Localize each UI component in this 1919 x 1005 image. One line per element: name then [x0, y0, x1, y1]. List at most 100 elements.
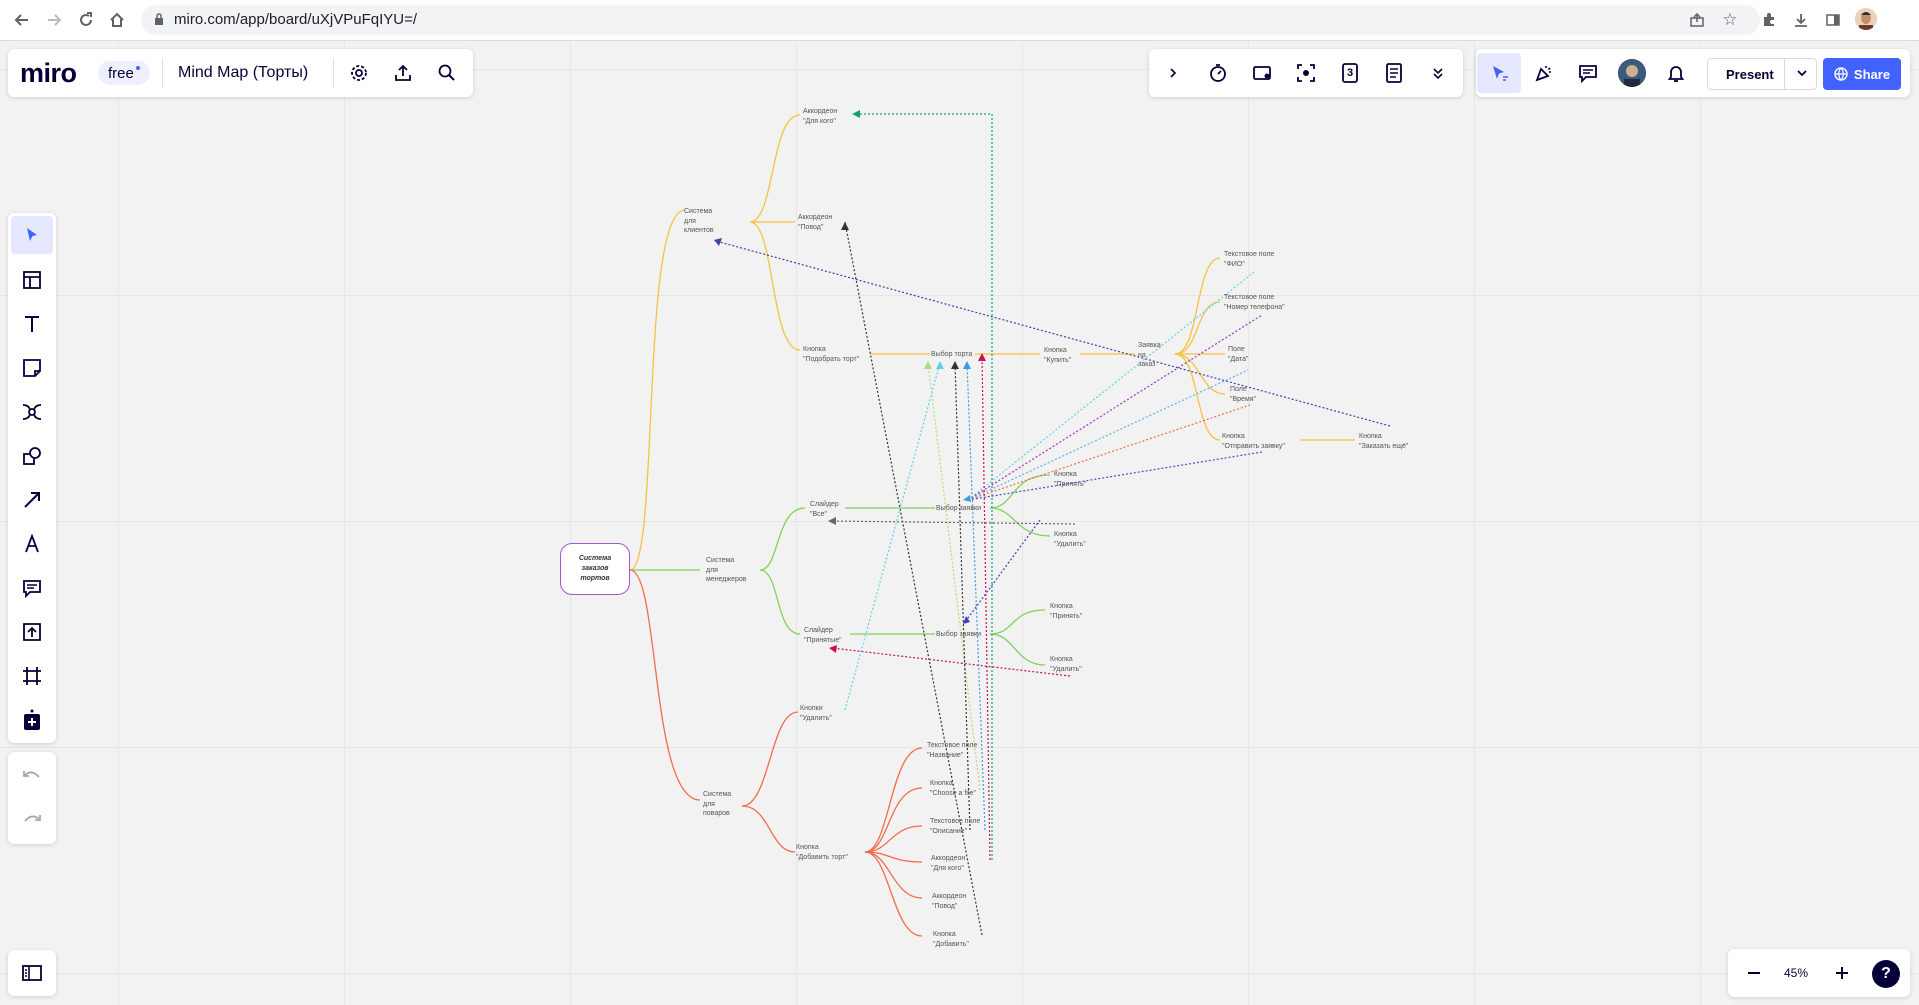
node-btn-delete-1[interactable]: Кнопка "Удалить"	[1054, 530, 1086, 549]
root-node[interactable]: Система заказов тортов	[560, 543, 630, 595]
help-button[interactable]: ?	[1872, 960, 1900, 988]
connector-tool-button[interactable]	[11, 481, 53, 519]
branch-cooks[interactable]: Система для поваров	[703, 790, 731, 819]
node-order[interactable]: Заявка на заказ	[1138, 341, 1161, 370]
divider	[333, 58, 334, 88]
node-acc-occasion-2[interactable]: Аккордеон "Повод"	[932, 892, 966, 911]
node-acc-occasion[interactable]: Аккордеон "Повод"	[798, 213, 832, 232]
cursor-arrow-icon	[1493, 66, 1508, 81]
select-tool-button[interactable]	[11, 216, 53, 254]
board-panel-toggle-button[interactable]	[11, 954, 53, 992]
node-field-date[interactable]: Поле "Дата"	[1228, 345, 1248, 364]
globe-icon	[1834, 67, 1848, 81]
node-btn-accept-1[interactable]: Кнопка "Принять"	[1054, 470, 1086, 489]
shapes-icon	[23, 447, 41, 465]
node-btn-delete-2[interactable]: Кнопка "Удалить"	[1050, 655, 1082, 674]
node-cake-choice[interactable]: Выбор торта	[931, 350, 972, 360]
zoom-in-plus-icon[interactable]	[1830, 961, 1854, 985]
node-btn-buy[interactable]: Кнопка "Купить"	[1044, 346, 1071, 365]
node-btn-add[interactable]: Кнопка "Добавить"	[933, 930, 969, 949]
node-field-time[interactable]: Поле "Время"	[1230, 385, 1256, 404]
undo-icon	[23, 771, 40, 778]
node-btn-send[interactable]: Кнопка "Отправить заявку"	[1222, 432, 1285, 451]
node-req-choice-2[interactable]: Выбор заявки	[936, 630, 981, 640]
node-btn-order-more[interactable]: Кнопка "Заказать ещё"	[1359, 432, 1408, 451]
frame-tool-button[interactable]	[11, 657, 53, 695]
node-tf-phone[interactable]: Текстовое поле "Номер телефона"	[1224, 293, 1285, 312]
select-icon	[27, 228, 37, 241]
settings-gear-icon[interactable]	[346, 60, 372, 86]
branch-managers[interactable]: Система для менеджеров	[706, 556, 746, 585]
plan-badge-dot	[135, 66, 140, 70]
comment-tool-button[interactable]	[11, 569, 53, 607]
plan-badge-label: free	[108, 64, 134, 82]
chat-comments-icon[interactable]	[1576, 61, 1600, 85]
user-avatar[interactable]	[1618, 59, 1646, 87]
sidebar-panel-icon	[22, 965, 42, 981]
celebrate-icon[interactable]	[1532, 61, 1556, 85]
node-btn-accept-2[interactable]: Кнопка "Принять"	[1050, 602, 1082, 621]
voting-count-icon[interactable]: 3	[1338, 61, 1362, 85]
frame-icon	[23, 667, 41, 685]
node-btn-add-cake[interactable]: Кнопка "Добавить торт"	[796, 843, 848, 862]
focus-frame-icon[interactable]	[1294, 61, 1318, 85]
help-label: ?	[1881, 965, 1891, 982]
pen-icon	[25, 534, 39, 553]
root-node-label: Система заказов тортов	[578, 555, 612, 582]
arrow-heads	[714, 110, 986, 653]
divider	[162, 58, 163, 88]
node-tf-name[interactable]: Текстовое поле "Название"	[927, 741, 977, 760]
connector-icon	[24, 492, 40, 508]
node-slider-all[interactable]: Слайдер "Все"	[810, 500, 839, 519]
node-acc-for-whom-2[interactable]: Аккордеон "Для кого"	[931, 854, 965, 873]
text-tool-button[interactable]	[11, 305, 53, 343]
present-divider	[1784, 59, 1785, 89]
node-req-choice-1[interactable]: Выбор заявки	[936, 504, 981, 514]
mind-map-icon	[22, 404, 42, 420]
search-icon[interactable]	[434, 60, 460, 86]
sticky-note-tool-button[interactable]	[11, 349, 53, 387]
miro-logo[interactable]: miro	[20, 58, 77, 88]
sticky-note-icon	[23, 359, 41, 377]
voting-count-label: 3	[1346, 67, 1354, 79]
notes-icon[interactable]	[1382, 61, 1406, 85]
more-apps-tool-button[interactable]	[11, 701, 53, 739]
zoom-level[interactable]: 45%	[1784, 966, 1808, 980]
notifications-bell-icon[interactable]	[1664, 61, 1688, 85]
more-chevrons-icon[interactable]	[1426, 61, 1450, 85]
node-slider-accepted[interactable]: Слайдер "Принятые"	[804, 626, 842, 645]
redo-icon	[24, 815, 41, 822]
upload-tool-button[interactable]	[11, 613, 53, 651]
node-btns-delete[interactable]: Кнопки "Удалить"	[800, 704, 832, 723]
node-tf-desc[interactable]: Текстовое поле "Описание"	[930, 817, 980, 836]
node-tf-fio[interactable]: Текстовое поле "ФИО"	[1224, 250, 1274, 269]
plan-badge[interactable]: free	[98, 61, 150, 85]
share-button[interactable]: Share	[1823, 58, 1901, 90]
expand-chevron-icon[interactable]	[1161, 61, 1185, 85]
templates-icon	[23, 271, 41, 289]
present-button[interactable]: Present	[1707, 58, 1817, 90]
screen-share-icon[interactable]	[1250, 61, 1274, 85]
pen-tool-button[interactable]	[11, 525, 53, 563]
redo-button[interactable]	[11, 801, 53, 839]
branch-clients[interactable]: Система для клиентов	[684, 207, 714, 236]
cursor-mode-button[interactable]	[1477, 53, 1521, 93]
link-root-cooks	[629, 569, 701, 801]
node-acc-for-whom[interactable]: Аккордеон "Для кого"	[803, 107, 837, 126]
zoom-out-minus-icon[interactable]	[1742, 961, 1766, 985]
node-btn-pick-cake[interactable]: Кнопка "Подобрать торт"	[803, 345, 859, 364]
present-label: Present	[1726, 67, 1774, 82]
undo-button[interactable]	[11, 757, 53, 795]
text-icon	[25, 316, 39, 332]
shapes-tool-button[interactable]	[11, 437, 53, 475]
timer-icon[interactable]	[1206, 61, 1230, 85]
more-apps-icon	[24, 709, 40, 730]
present-options-chevron-icon[interactable]	[1796, 67, 1808, 82]
node-btn-choose-file[interactable]: Кнопка "Choose a file"	[930, 779, 976, 798]
templates-tool-button[interactable]	[11, 261, 53, 299]
comment-icon	[23, 580, 41, 598]
mind-map-tool-button[interactable]	[11, 393, 53, 431]
board-title[interactable]: Mind Map (Торты)	[178, 64, 308, 82]
share-label: Share	[1853, 66, 1891, 82]
export-upload-icon[interactable]	[390, 60, 416, 86]
